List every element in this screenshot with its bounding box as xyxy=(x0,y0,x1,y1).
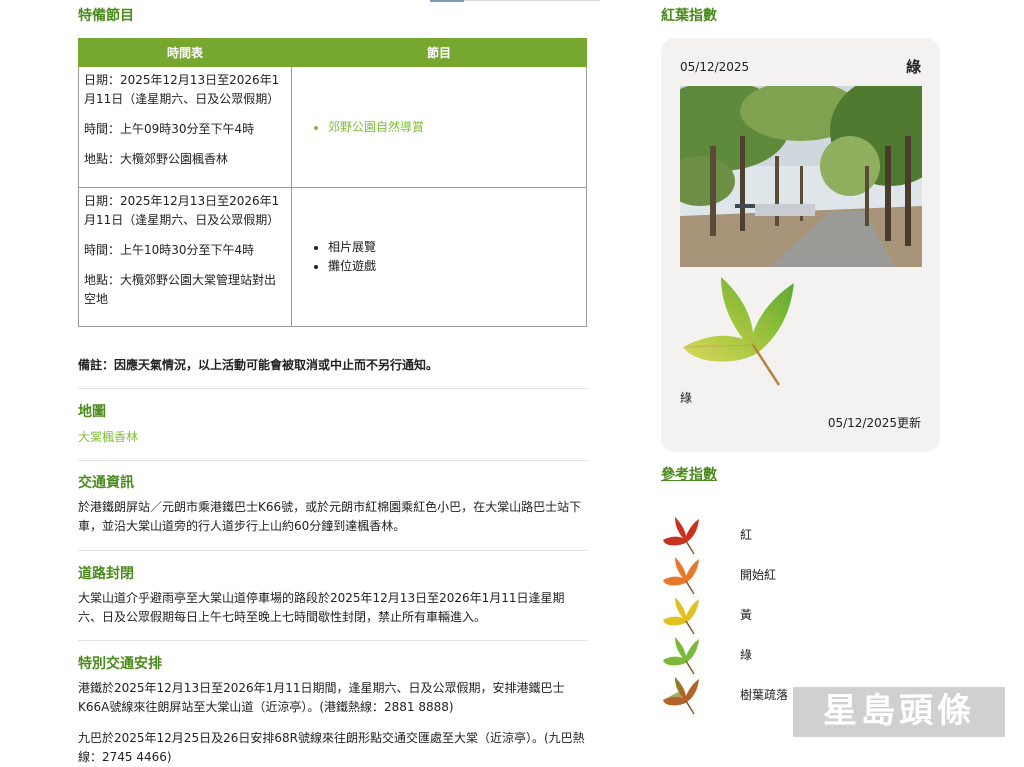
leaf-index-card: 05/12/2025 綠 綠 05/12/2025更新 xyxy=(661,38,940,452)
schedule-date: 日期：2025年12月13日至2026年1月11日（逢星期六、日及公眾假期） xyxy=(84,194,280,227)
program-link-nature-tour[interactable]: 郊野公園自然導賞 xyxy=(328,118,586,137)
green-leaf-icon xyxy=(683,277,794,386)
section-title-red-leaf-index: 紅葉指數 xyxy=(661,8,717,24)
section-title-special-transport: 特別交通安排 xyxy=(78,656,162,672)
divider xyxy=(78,640,587,641)
schedule-time: 時間：上午10時30分至下午4時 xyxy=(84,243,255,257)
schedule-cell: 日期：2025年12月13日至2026年1月11日（逢星期六、日及公眾假期） 時… xyxy=(78,187,292,327)
special-transport-text-2: 九巴於2025年12月25日及26日安排68R號線來往朗形點交通交匯處至大棠（近… xyxy=(78,731,585,764)
column-header-schedule: 時間表 xyxy=(78,38,292,67)
program-list: 相片展覽 攤位遊戲 xyxy=(312,238,586,276)
divider xyxy=(78,388,587,389)
schedule-cell: 日期：2025年12月13日至2026年1月11日（逢星期六、日及公眾假期） 時… xyxy=(78,66,292,188)
program-note: 備註：因應天氣情況，以上活動可能會被取消或中止而不另行通知。 xyxy=(78,358,439,372)
program-list: 郊野公園自然導賞 xyxy=(312,118,586,137)
program-item-photo-exhibition: 相片展覽 xyxy=(328,238,586,257)
index-date: 05/12/2025 xyxy=(680,60,750,74)
section-title-transport: 交通資訊 xyxy=(78,475,134,491)
transport-text: 於港鐵朗屏站／元朗市乘港鐵巴士K66號，或於元朗市紅棉園乘紅色小巴，在大棠山路巴… xyxy=(78,500,582,533)
map-link[interactable]: 大棠楓香林 xyxy=(78,428,138,445)
schedule-header-row: 時間表 節目 xyxy=(78,38,587,67)
legend-label-green: 綠 xyxy=(740,648,753,662)
legend-label-starting-red: 開始紅 xyxy=(740,568,777,582)
section-title-road-closure: 道路封閉 xyxy=(78,566,134,582)
column-header-program: 節目 xyxy=(291,38,587,67)
schedule-time: 時間：上午09時30分至下午4時 xyxy=(84,122,255,136)
table-row: 日期：2025年12月13日至2026年1月11日（逢星期六、日及公眾假期） 時… xyxy=(78,187,587,327)
schedule-table: 時間表 節目 日期：2025年12月13日至2026年1月11日（逢星期六、日及… xyxy=(78,38,587,327)
schedule-venue: 地點：大欖郊野公園大棠管理站對出空地 xyxy=(84,273,277,306)
leaf-caption: 綠 xyxy=(680,391,693,405)
schedule-date: 日期：2025年12月13日至2026年1月11日（逢星期六、日及公眾假期） xyxy=(84,73,280,106)
divider xyxy=(78,460,587,461)
section-title-reference-index[interactable]: 參考指數 xyxy=(661,464,717,484)
red-leaf-icon xyxy=(663,517,699,555)
green-leaf-icon xyxy=(663,637,699,675)
program-item-game-booths: 攤位遊戲 xyxy=(328,257,586,276)
section-title-special-program: 特備節目 xyxy=(78,8,134,24)
road-closure-text: 大棠山道介乎避雨亭至大棠山道停車場的路段於2025年12月13日至2026年1月… xyxy=(78,591,565,624)
program-cell: 郊野公園自然導賞 xyxy=(291,66,587,188)
schedule-venue: 地點：大欖郊野公園楓香林 xyxy=(84,152,229,166)
watermark-logo: 星島頭條 xyxy=(790,684,1008,740)
index-status: 綠 xyxy=(905,58,921,76)
legend-label-sparse: 樹葉疏落 xyxy=(740,688,789,702)
table-row: 日期：2025年12月13日至2026年1月11日（逢星期六、日及公眾假期） 時… xyxy=(78,66,587,188)
legend-label-red: 紅 xyxy=(740,528,753,542)
sparse-leaf-icon xyxy=(663,677,699,715)
legend-label-yellow: 黃 xyxy=(740,608,753,622)
updated-text: 05/12/2025更新 xyxy=(827,416,921,430)
yellow-leaf-icon xyxy=(663,597,699,635)
park-photo-illustration xyxy=(680,86,922,267)
divider xyxy=(78,550,587,551)
orange-leaf-icon xyxy=(663,557,699,595)
section-title-map: 地圖 xyxy=(78,404,106,420)
park-photo xyxy=(680,86,922,267)
program-cell: 相片展覽 攤位遊戲 xyxy=(291,187,587,327)
special-transport-text-1: 港鐵於2025年12月13日至2026年1月11日期間，逢星期六、日及公眾假期，… xyxy=(78,681,565,714)
top-tab-indicator xyxy=(430,0,464,2)
